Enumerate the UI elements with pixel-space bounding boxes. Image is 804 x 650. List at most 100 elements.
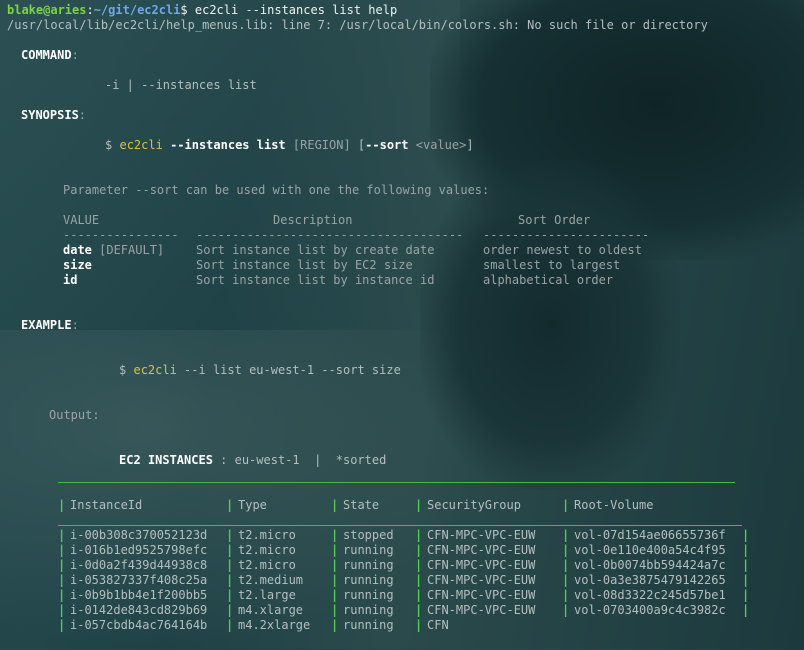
- command-line: -i | --instances list: [105, 78, 257, 92]
- sort-row-order: smallest to largest: [483, 258, 621, 272]
- column-separator: |: [742, 603, 750, 617]
- column-separator: |: [58, 603, 66, 617]
- column-separator: |: [58, 528, 66, 542]
- column-separator: |: [331, 588, 339, 602]
- parameter-note: Parameter --sort can be used with one th…: [63, 183, 490, 197]
- prompt-user-host: blake@aries: [7, 3, 87, 17]
- command-heading: COMMAND:: [21, 48, 79, 62]
- column-separator: |: [562, 573, 570, 587]
- security-group-cell: CFN-MPC-VPC-EUW: [427, 543, 536, 557]
- column-separator: |: [58, 558, 66, 572]
- security-group-cell: CFN-MPC-VPC-EUW: [427, 573, 536, 587]
- column-separator: |: [58, 588, 66, 602]
- table-top-rule: [58, 482, 735, 483]
- root-volume-cell: vol-07d154ae06655736f: [574, 528, 726, 542]
- synopsis-line: $ ec2cli --instances list [REGION] [--so…: [105, 138, 474, 152]
- column-separator: |: [226, 618, 234, 632]
- instance-type-cell: m4.xlarge: [238, 603, 304, 617]
- instance-state-cell: running: [343, 618, 394, 632]
- root-volume-cell: vol-0703400a9c4c3982c: [574, 603, 726, 617]
- column-separator: |: [58, 573, 66, 587]
- sort-row-description: Sort instance list by create date: [196, 243, 435, 257]
- prompt-command: ec2cli --instances list help: [187, 3, 398, 17]
- instance-id-cell: i-057cbdb4ac764164b: [70, 618, 208, 632]
- prompt-symbol: $: [180, 3, 188, 17]
- column-separator: |: [415, 603, 423, 617]
- instance-type-cell: t2.large: [238, 588, 296, 602]
- instance-id-cell: i-053827337f408c25a: [70, 573, 208, 587]
- column-separator: |: [226, 588, 234, 602]
- example-heading: EXAMPLE:: [21, 318, 79, 332]
- column-separator: |: [742, 588, 750, 602]
- column-header-state: State: [343, 498, 380, 512]
- sort-row-value: size: [63, 258, 92, 272]
- root-volume-cell: vol-0a3e3875479142265: [574, 573, 726, 587]
- sort-row-description: Sort instance list by EC2 size: [196, 258, 413, 272]
- sort-divider: -----------------------: [483, 228, 650, 242]
- prompt-path: ~/git/ec2cli: [93, 3, 181, 17]
- column-separator: |: [58, 618, 66, 632]
- column-separator: |: [415, 618, 423, 632]
- error-line: /usr/local/lib/ec2cli/help_menus.lib: li…: [7, 18, 708, 32]
- column-separator: |: [415, 558, 423, 572]
- column-separator: |: [331, 528, 339, 542]
- sort-row-value: date [DEFAULT]: [63, 243, 165, 257]
- column-separator: |: [562, 543, 570, 557]
- column-separator: |: [331, 573, 339, 587]
- root-volume-cell: vol-08d3322c245d57be1: [574, 588, 726, 602]
- sort-row-value: id: [63, 273, 78, 287]
- column-separator: |: [415, 528, 423, 542]
- column-separator: |: [562, 558, 570, 572]
- instance-state-cell: running: [343, 573, 394, 587]
- column-separator: |: [226, 543, 234, 557]
- instance-type-cell: t2.micro: [238, 528, 296, 542]
- column-separator: |: [742, 573, 750, 587]
- security-group-cell: CFN-MPC-VPC-EUW: [427, 558, 536, 572]
- output-label: Output:: [49, 408, 100, 422]
- synopsis-heading: SYNOPSIS:: [21, 108, 87, 122]
- instance-state-cell: stopped: [343, 528, 394, 542]
- sort-header-value: VALUE: [63, 213, 100, 227]
- instance-id-cell: i-0142de843cd829b69: [70, 603, 208, 617]
- column-separator: |: [742, 558, 750, 572]
- ec2-instances-header: EC2 INSTANCES : eu-west-1 | *sorted: [119, 453, 387, 467]
- column-separator: |: [331, 603, 339, 617]
- column-separator: |: [562, 603, 570, 617]
- example-command: $ ec2cli --i list eu-west-1 --sort size: [119, 363, 401, 377]
- security-group-cell: CFN-MPC-VPC-EUW: [427, 603, 536, 617]
- instance-type-cell: m4.2xlarge: [238, 618, 311, 632]
- root-volume-cell: vol-0b0074bb594424a7c: [574, 558, 726, 572]
- instance-id-cell: i-00b308c370052123d: [70, 528, 208, 542]
- column-separator: |: [226, 558, 234, 572]
- sort-row-order: alphabetical order: [483, 273, 614, 287]
- column-separator: |: [226, 603, 234, 617]
- column-header-root-volume: Root-Volume: [574, 498, 654, 512]
- instance-id-cell: i-0d0a2f439d44938c8: [70, 558, 208, 572]
- column-header-instanceid: InstanceId: [70, 498, 143, 512]
- root-volume-cell: vol-0e110e400a54c4f95: [574, 543, 726, 557]
- column-separator: |: [331, 558, 339, 572]
- column-separator: |: [226, 528, 234, 542]
- instance-type-cell: t2.medium: [238, 573, 304, 587]
- security-group-cell: CFN: [427, 618, 449, 632]
- column-header-securitygroup: SecurityGroup: [427, 498, 521, 512]
- column-separator: |: [331, 543, 339, 557]
- background-rock: [420, 160, 680, 490]
- column-header-type: Type: [238, 498, 267, 512]
- instance-id-cell: i-0b9b1bb4e1f200bb5: [70, 588, 208, 602]
- instance-type-cell: t2.micro: [238, 558, 296, 572]
- sort-divider: -------------------------------------: [196, 228, 464, 242]
- column-separator: |: [415, 573, 423, 587]
- column-separator: |: [415, 543, 423, 557]
- column-separator: |: [226, 573, 234, 587]
- column-separator: |: [742, 528, 750, 542]
- security-group-cell: CFN-MPC-VPC-EUW: [427, 528, 536, 542]
- sort-row-order: order newest to oldest: [483, 243, 642, 257]
- sort-row-description: Sort instance list by instance id: [196, 273, 435, 287]
- instance-state-cell: running: [343, 543, 394, 557]
- instance-state-cell: running: [343, 603, 394, 617]
- instance-type-cell: t2.micro: [238, 543, 296, 557]
- sort-header-description: Description: [273, 213, 353, 227]
- column-separator: |: [58, 543, 66, 557]
- instance-state-cell: running: [343, 588, 394, 602]
